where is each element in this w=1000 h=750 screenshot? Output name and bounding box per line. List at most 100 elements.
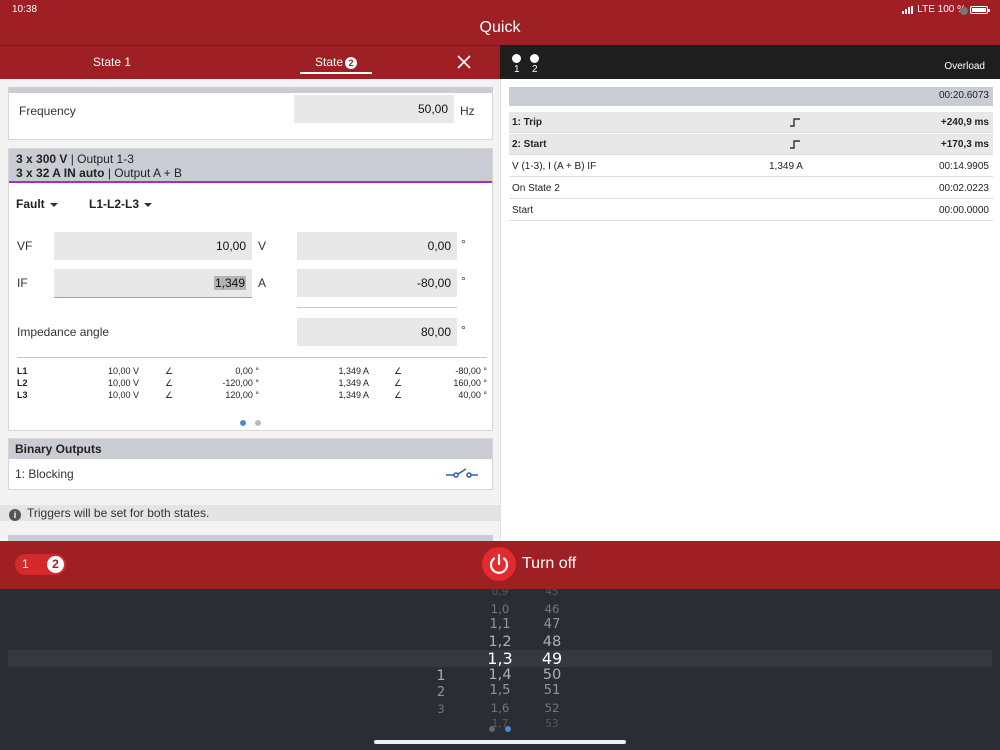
page-dot[interactable]: [255, 420, 261, 426]
phase-dropdown[interactable]: L1-L2-L3: [89, 197, 153, 211]
divider: [17, 357, 487, 358]
picker-option[interactable]: 51: [532, 683, 572, 698]
event-label: 1: Trip: [512, 117, 543, 128]
page-dot[interactable]: [489, 726, 495, 732]
picker-option[interactable]: 50: [532, 666, 572, 683]
event-row-start[interactable]: 2: Start +170,3 ms: [509, 134, 993, 155]
angle-icon: ∠: [165, 366, 174, 376]
fault-dropdown-label: Fault: [16, 197, 45, 211]
channel-1-indicator[interactable]: [512, 54, 521, 63]
phase-voltage-angle: -120,00 °: [222, 378, 259, 388]
vf-magnitude-input[interactable]: 10,00: [54, 232, 252, 260]
turn-off-label[interactable]: Turn off: [522, 555, 576, 573]
picker-option[interactable]: 3: [421, 702, 461, 716]
picker-option[interactable]: 1,7: [480, 718, 520, 730]
switch-open-icon[interactable]: [446, 466, 478, 480]
binary-output-item: 1: Blocking: [15, 467, 74, 481]
generator-card: 3 x 300 V | Output 1-3 3 x 32 A IN auto …: [8, 148, 493, 431]
phase-current-angle: -80,00 °: [455, 366, 487, 376]
triggers-note-text: Triggers will be set for both states.: [27, 506, 210, 520]
binary-outputs-title: Binary Outputs: [9, 439, 492, 459]
phase-summary-table: L1 10,00 V ∠ 0,00 ° 1,349 A ∠ -80,00 ° L…: [17, 366, 487, 402]
if-angle-input[interactable]: -80,00: [297, 269, 457, 297]
state-editor-panel: Frequency 50,00 Hz 3 x 300 V | Output 1-…: [0, 79, 500, 541]
phase-dropdown-label: L1-L2-L3: [89, 197, 140, 211]
generator-config[interactable]: 3 x 300 V | Output 1-3 3 x 32 A IN auto …: [9, 149, 492, 183]
event-value: 00:00.0000: [938, 205, 989, 216]
control-bar: 1 2 Turn off: [0, 541, 1000, 589]
tab-state-2-badge: 2: [345, 57, 358, 69]
picker-option[interactable]: 46: [532, 602, 572, 616]
picker-option[interactable]: 1,3: [480, 649, 520, 668]
channel-2-indicator[interactable]: [530, 54, 539, 63]
divider: [297, 307, 457, 308]
phase-current: 1,349 A: [338, 366, 369, 376]
phase-current: 1,349 A: [338, 390, 369, 400]
event-row-output[interactable]: V (1-3), I (A + B) IF 1,349 A 00:14.9905: [509, 156, 993, 177]
chevron-down-icon: [49, 202, 58, 207]
channel-1-label: 1: [514, 64, 520, 75]
picker-option[interactable]: 1,4: [480, 666, 520, 683]
channel-2-label: 2: [532, 64, 538, 75]
picker-option[interactable]: 2: [421, 685, 461, 700]
tab-state-2[interactable]: State 2: [300, 55, 372, 74]
tab-state-1[interactable]: State 1: [93, 55, 131, 69]
angle-icon: ∠: [165, 378, 174, 388]
phase-voltage: 10,00 V: [107, 390, 139, 400]
frequency-input[interactable]: 50,00: [294, 95, 454, 123]
table-row: L3 10,00 V ∠ 120,00 ° 1,349 A ∠ 40,00 °: [17, 390, 487, 402]
toggle-state-2: 2: [47, 556, 64, 573]
picker-option[interactable]: 1,5: [480, 683, 520, 698]
toggle-state-1: 1: [22, 557, 29, 571]
impedance-angle-input[interactable]: 80,00: [297, 318, 457, 346]
event-label: 2: Start: [512, 139, 547, 150]
state-toggle[interactable]: 1 2: [15, 554, 66, 575]
phase-name: L2: [17, 378, 28, 388]
if-magnitude-input[interactable]: 1,349: [54, 269, 252, 297]
event-row-begin[interactable]: Start 00:00.0000: [509, 200, 993, 221]
home-indicator[interactable]: [374, 740, 626, 744]
frequency-unit: Hz: [460, 104, 475, 118]
picker-option[interactable]: 1: [421, 668, 461, 684]
phase-name: L3: [17, 390, 28, 400]
picker-option[interactable]: 53: [532, 718, 572, 730]
picker-option[interactable]: 52: [532, 701, 572, 715]
page-dot-active[interactable]: [240, 420, 246, 426]
turn-off-button[interactable]: [482, 547, 516, 581]
impedance-angle-label: Impedance angle: [17, 325, 110, 339]
vf-angle-unit: °: [461, 237, 466, 251]
overload-label: Overload: [944, 61, 985, 72]
event-row-trip[interactable]: 1: Trip +240,9 ms: [509, 112, 993, 133]
status-time: 10:38: [12, 4, 38, 15]
title-bar: 10:38 LTE 100 % Quick: [0, 0, 1000, 45]
page-title: Quick: [479, 19, 521, 36]
status-indicators: LTE 100 %: [902, 4, 990, 15]
close-icon[interactable]: [456, 54, 472, 70]
measurement-header: 1 2 Overload: [500, 45, 1000, 79]
picker-option[interactable]: 0,9: [480, 589, 520, 598]
vf-angle-input[interactable]: 0,00: [297, 232, 457, 260]
event-log-panel: 00:20.6073 1: Trip +240,9 ms 2: Start +1…: [500, 79, 1000, 541]
picker-option[interactable]: 48: [532, 633, 572, 650]
voltage-config: 3 x 300 V: [16, 152, 68, 166]
picker-option[interactable]: 1,0: [480, 602, 520, 616]
picker-option[interactable]: 47: [532, 617, 572, 632]
page-dot-active[interactable]: [505, 726, 511, 732]
phase-voltage: 10,00 V: [107, 366, 139, 376]
event-row-state2[interactable]: On State 2 00:02.0223: [509, 178, 993, 199]
picker-option[interactable]: 49: [532, 649, 572, 668]
picker-option[interactable]: 45: [532, 589, 572, 598]
picker-option[interactable]: 1,6: [480, 701, 520, 715]
fault-dropdown[interactable]: Fault: [16, 197, 58, 211]
picker-option[interactable]: 1,1: [480, 617, 520, 632]
frequency-label: Frequency: [19, 104, 76, 118]
rising-edge-icon: [790, 118, 800, 127]
chevron-down-icon: [144, 202, 153, 207]
frequency-card: Frequency 50,00 Hz: [8, 87, 493, 140]
angle-icon: ∠: [165, 390, 174, 400]
network-status: LTE 100 %: [917, 4, 966, 15]
picker-option[interactable]: 1,2: [480, 633, 520, 650]
event-label: Start: [512, 205, 534, 216]
if-unit: A: [258, 276, 267, 290]
triggers-note: i Triggers will be set for both states.: [0, 505, 500, 521]
